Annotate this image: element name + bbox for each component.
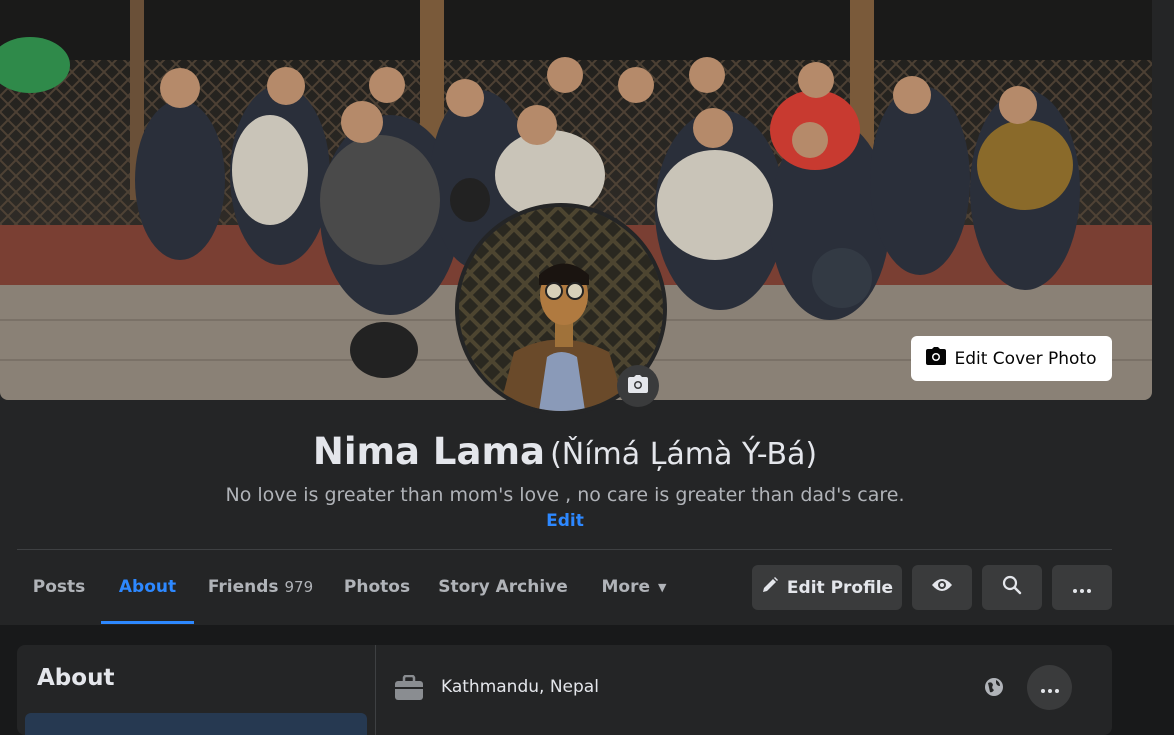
eye-icon	[931, 577, 953, 598]
edit-cover-photo-label: Edit Cover Photo	[954, 348, 1097, 369]
active-tab-indicator	[101, 621, 194, 624]
more-horizontal-icon	[1040, 678, 1059, 697]
globe-icon[interactable]	[984, 677, 1004, 701]
friends-count: 979	[284, 578, 314, 596]
about-work-row: Kathmandu, Nepal	[394, 665, 1094, 711]
about-sidebar: About	[17, 645, 376, 735]
tab-label: Story Archive	[438, 577, 568, 597]
edit-bio-link[interactable]: Edit	[540, 511, 590, 531]
about-card: About Kathmandu, Nepal	[17, 645, 1112, 735]
profile-alternate-name: (Ňímá Ļámà Ý-Bá)	[550, 437, 818, 472]
tab-label: Friends	[207, 577, 279, 597]
tab-more[interactable]: More ▼	[579, 550, 689, 624]
profile-name-line: Nima Lama (Ňímá Ļámà Ý-Bá)	[0, 430, 1130, 473]
about-nav-item-selected[interactable]	[25, 713, 367, 735]
tab-friends[interactable]: Friends 979	[194, 550, 327, 624]
profile-header: Edit Cover Photo Nima Lama (Ňímá Ļámà Ý-…	[0, 0, 1174, 625]
tab-label: About	[118, 577, 177, 597]
profile-name: Nima Lama	[312, 430, 545, 473]
tab-label: Photos	[343, 577, 411, 597]
camera-icon	[926, 347, 947, 370]
briefcase-icon	[394, 674, 424, 705]
caret-down-icon: ▼	[658, 580, 667, 594]
tab-about[interactable]: About	[101, 550, 194, 624]
edit-profile-button[interactable]: Edit Profile	[752, 565, 902, 610]
tab-posts[interactable]: Posts	[17, 550, 101, 624]
tab-photos[interactable]: Photos	[327, 550, 427, 624]
tab-story-archive[interactable]: Story Archive	[427, 550, 579, 624]
search-icon	[1002, 575, 1022, 600]
more-options-button[interactable]	[1052, 565, 1112, 610]
tab-label: More	[601, 577, 651, 597]
work-more-options-button[interactable]	[1027, 665, 1072, 710]
camera-icon	[628, 375, 648, 397]
about-title: About	[37, 665, 115, 691]
update-profile-picture-button[interactable]	[617, 365, 659, 407]
work-location: Kathmandu, Nepal	[441, 677, 599, 697]
more-horizontal-icon	[1073, 578, 1091, 598]
pencil-icon	[761, 576, 779, 599]
edit-cover-photo-button[interactable]: Edit Cover Photo	[911, 336, 1112, 381]
profile-bio: No love is greater than mom's love , no …	[225, 484, 905, 506]
edit-profile-label: Edit Profile	[786, 577, 894, 598]
view-as-button[interactable]	[912, 565, 972, 610]
tab-label: Posts	[32, 577, 86, 597]
search-profile-button[interactable]	[982, 565, 1042, 610]
